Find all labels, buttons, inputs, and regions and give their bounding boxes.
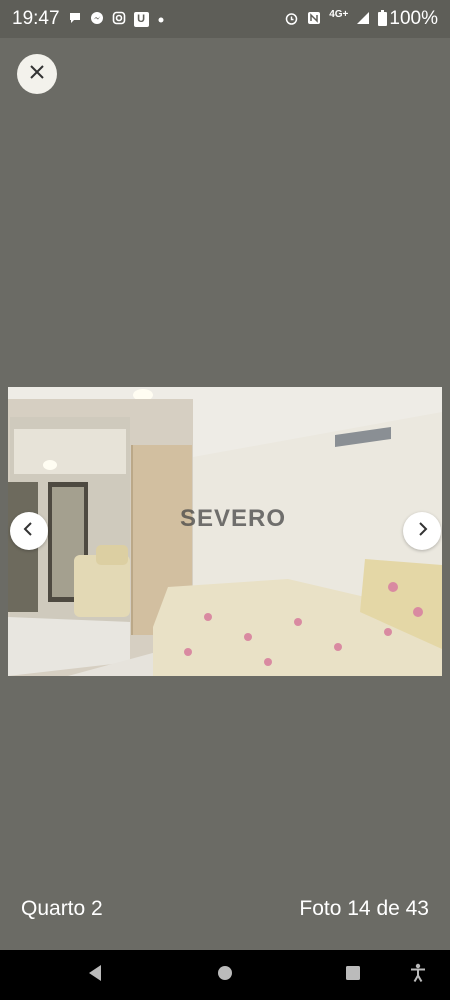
room-photo[interactable]: SEVERO [8,387,442,676]
accessibility-button[interactable] [398,950,438,1000]
close-button[interactable] [17,54,57,94]
u-app-icon: U [133,11,149,27]
watermark-logo: SEVERO [180,505,287,532]
previous-photo-button[interactable] [10,512,48,550]
home-circle-icon [217,965,233,986]
recents-square-icon [345,965,361,986]
battery-icon [378,10,388,28]
battery-group: 100% [378,8,438,30]
battery-level: 100% [389,8,438,29]
close-icon [28,63,46,86]
chevron-left-icon [21,521,37,542]
home-button[interactable] [205,950,245,1000]
instagram-icon [112,11,126,27]
status-left: 19:47 U [12,8,165,30]
back-triangle-icon [87,964,103,987]
signal-icon [356,11,370,27]
photo-counter: Foto 14 de 43 [299,897,429,920]
status-time: 19:47 [12,8,60,29]
status-right: 4G+ 100% [284,8,438,30]
chat-bubble-icon [68,11,82,27]
system-nav-bar [0,950,450,1000]
nfc-icon [307,11,321,27]
chevron-right-icon [414,521,430,542]
accessibility-icon [409,963,427,988]
next-photo-button[interactable] [403,512,441,550]
recents-button[interactable] [333,950,373,1000]
dot-icon [157,12,165,26]
messenger-icon [90,11,104,27]
alarm-icon [284,11,299,28]
back-button[interactable] [75,950,115,1000]
network-type: 4G+ [329,8,349,20]
room-caption: Quarto 2 [21,897,103,920]
status-bar: 19:47 U 4G+ 100% [0,0,450,38]
